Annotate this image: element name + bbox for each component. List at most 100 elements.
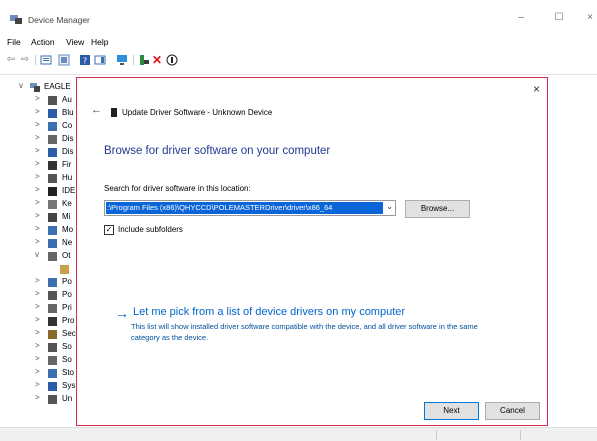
- chevron-right-icon[interactable]: >: [35, 94, 43, 103]
- update-driver-icon[interactable]: [138, 54, 150, 66]
- device-category-icon: [48, 122, 57, 131]
- device-category-icon: [48, 278, 57, 287]
- pick-from-list-link[interactable]: Let me pick from a list of device driver…: [133, 306, 405, 318]
- tree-item-label: Au: [62, 95, 72, 104]
- menu-view[interactable]: View: [66, 37, 84, 47]
- tree-item-label: Hu: [62, 173, 73, 182]
- search-location-label: Search for driver software in this locat…: [104, 184, 251, 193]
- tree-item[interactable]: > So: [0, 341, 80, 354]
- tree-item[interactable]: > Fir: [0, 159, 80, 172]
- chevron-right-icon[interactable]: >: [35, 393, 43, 402]
- chevron-right-icon[interactable]: >: [35, 159, 43, 168]
- tree-root[interactable]: v EAGLE: [0, 81, 80, 94]
- tree-item-label: So: [62, 355, 72, 364]
- chevron-right-icon[interactable]: >: [35, 328, 43, 337]
- action-pane-icon[interactable]: [94, 54, 106, 66]
- tree-item[interactable]: > Dis: [0, 133, 80, 146]
- driver-path-combobox[interactable]: :\Program Files (x86)\QHYCCD\POLEMASTERD…: [104, 200, 396, 216]
- chevron-right-icon[interactable]: >: [35, 289, 43, 298]
- tree-item[interactable]: > Un: [0, 393, 80, 406]
- toolbar: ⇦ ⇨ ? ✕: [0, 51, 597, 69]
- chevron-right-icon[interactable]: >: [35, 367, 43, 376]
- tree-item[interactable]: > So: [0, 354, 80, 367]
- tree-item[interactable]: > Dis: [0, 146, 80, 159]
- chevron-right-icon[interactable]: >: [35, 354, 43, 363]
- tree-item-label: Sec: [62, 329, 76, 338]
- chevron-right-icon[interactable]: >: [35, 315, 43, 324]
- tree-item[interactable]: > Pro: [0, 315, 80, 328]
- chevron-right-icon[interactable]: >: [35, 133, 43, 142]
- chevron-down-icon[interactable]: v: [35, 250, 43, 259]
- tree-item-label: Blu: [62, 108, 74, 117]
- chevron-right-icon[interactable]: >: [35, 341, 43, 350]
- device-category-icon: [48, 304, 57, 313]
- back-button[interactable]: ←: [91, 104, 102, 116]
- include-subfolders-label[interactable]: Include subfolders: [118, 225, 183, 234]
- include-subfolders-checkbox[interactable]: ✓: [104, 225, 114, 235]
- chevron-right-icon[interactable]: >: [35, 172, 43, 181]
- tree-item[interactable]: > Blu: [0, 107, 80, 120]
- device-category-icon: [48, 291, 57, 300]
- tree-item[interactable]: > Co: [0, 120, 80, 133]
- tree-item-label: Dis: [62, 147, 74, 156]
- device-category-icon: [48, 200, 57, 209]
- tree-item-label: Po: [62, 290, 72, 299]
- device-category-icon: [48, 252, 57, 261]
- tree-item[interactable]: v Ot: [0, 250, 80, 263]
- tree-item[interactable]: > Po: [0, 289, 80, 302]
- tree-item-label: Po: [62, 277, 72, 286]
- tree-item[interactable]: > Pri: [0, 302, 80, 315]
- driver-path-input[interactable]: :\Program Files (x86)\QHYCCD\POLEMASTERD…: [106, 202, 383, 214]
- close-dialog-button[interactable]: ×: [533, 82, 540, 96]
- chevron-right-icon[interactable]: >: [35, 224, 43, 233]
- tree-item[interactable]: > IDE: [0, 185, 80, 198]
- chevron-right-icon[interactable]: >: [35, 302, 43, 311]
- chevron-right-icon[interactable]: >: [35, 198, 43, 207]
- dialog-header-title: Update Driver Software - Unknown Device: [122, 108, 273, 117]
- chevron-right-icon[interactable]: >: [35, 107, 43, 116]
- menu-help[interactable]: Help: [91, 37, 108, 47]
- chevron-right-icon[interactable]: >: [35, 380, 43, 389]
- tree-item-label: Pri: [62, 303, 72, 312]
- window-title: Device Manager: [28, 15, 90, 25]
- cancel-button[interactable]: Cancel: [485, 402, 540, 420]
- chevron-down-icon[interactable]: v: [19, 81, 23, 90]
- tree-item[interactable]: > Hu: [0, 172, 80, 185]
- close-window-button[interactable]: ×: [583, 12, 597, 23]
- tree-item[interactable]: > Ke: [0, 198, 80, 211]
- show-hidden-icon[interactable]: [58, 54, 70, 66]
- tree-item[interactable]: > Ne: [0, 237, 80, 250]
- chevron-right-icon[interactable]: >: [35, 185, 43, 194]
- back-icon[interactable]: ⇦: [5, 54, 17, 66]
- tree-item[interactable]: > Mi: [0, 211, 80, 224]
- disable-icon[interactable]: [166, 54, 178, 66]
- device-category-icon: [60, 265, 69, 274]
- forward-icon[interactable]: ⇨: [19, 54, 31, 66]
- maximize-button[interactable]: ☐: [552, 12, 566, 23]
- device-category-icon: [48, 187, 57, 196]
- chevron-right-icon[interactable]: >: [35, 120, 43, 129]
- properties-icon[interactable]: [40, 54, 52, 66]
- tree-item-label: Mi: [62, 212, 71, 221]
- tree-item[interactable]: > Sys: [0, 380, 80, 393]
- help-icon[interactable]: ?: [79, 54, 91, 66]
- chevron-right-icon[interactable]: >: [35, 276, 43, 285]
- tree-item[interactable]: > Mo: [0, 224, 80, 237]
- tree-item[interactable]: > Sto: [0, 367, 80, 380]
- arrow-right-icon[interactable]: →: [115, 305, 129, 321]
- menu-action[interactable]: Action: [31, 37, 55, 47]
- chevron-right-icon[interactable]: >: [35, 237, 43, 246]
- next-button[interactable]: Next: [424, 402, 479, 420]
- menu-file[interactable]: File: [7, 37, 21, 47]
- browse-button[interactable]: Browse...: [405, 200, 470, 218]
- tree-item[interactable]: > Au: [0, 94, 80, 107]
- uninstall-icon[interactable]: ✕: [151, 54, 163, 66]
- chevron-right-icon[interactable]: >: [35, 146, 43, 155]
- tree-item[interactable]: > Sec: [0, 328, 80, 341]
- chevron-right-icon[interactable]: >: [35, 211, 43, 220]
- minimize-button[interactable]: –: [514, 12, 528, 23]
- monitor-icon[interactable]: [116, 54, 128, 66]
- chevron-down-icon[interactable]: ⌄: [386, 202, 393, 211]
- tree-item[interactable]: > Po: [0, 276, 80, 289]
- tree-item[interactable]: [0, 263, 80, 276]
